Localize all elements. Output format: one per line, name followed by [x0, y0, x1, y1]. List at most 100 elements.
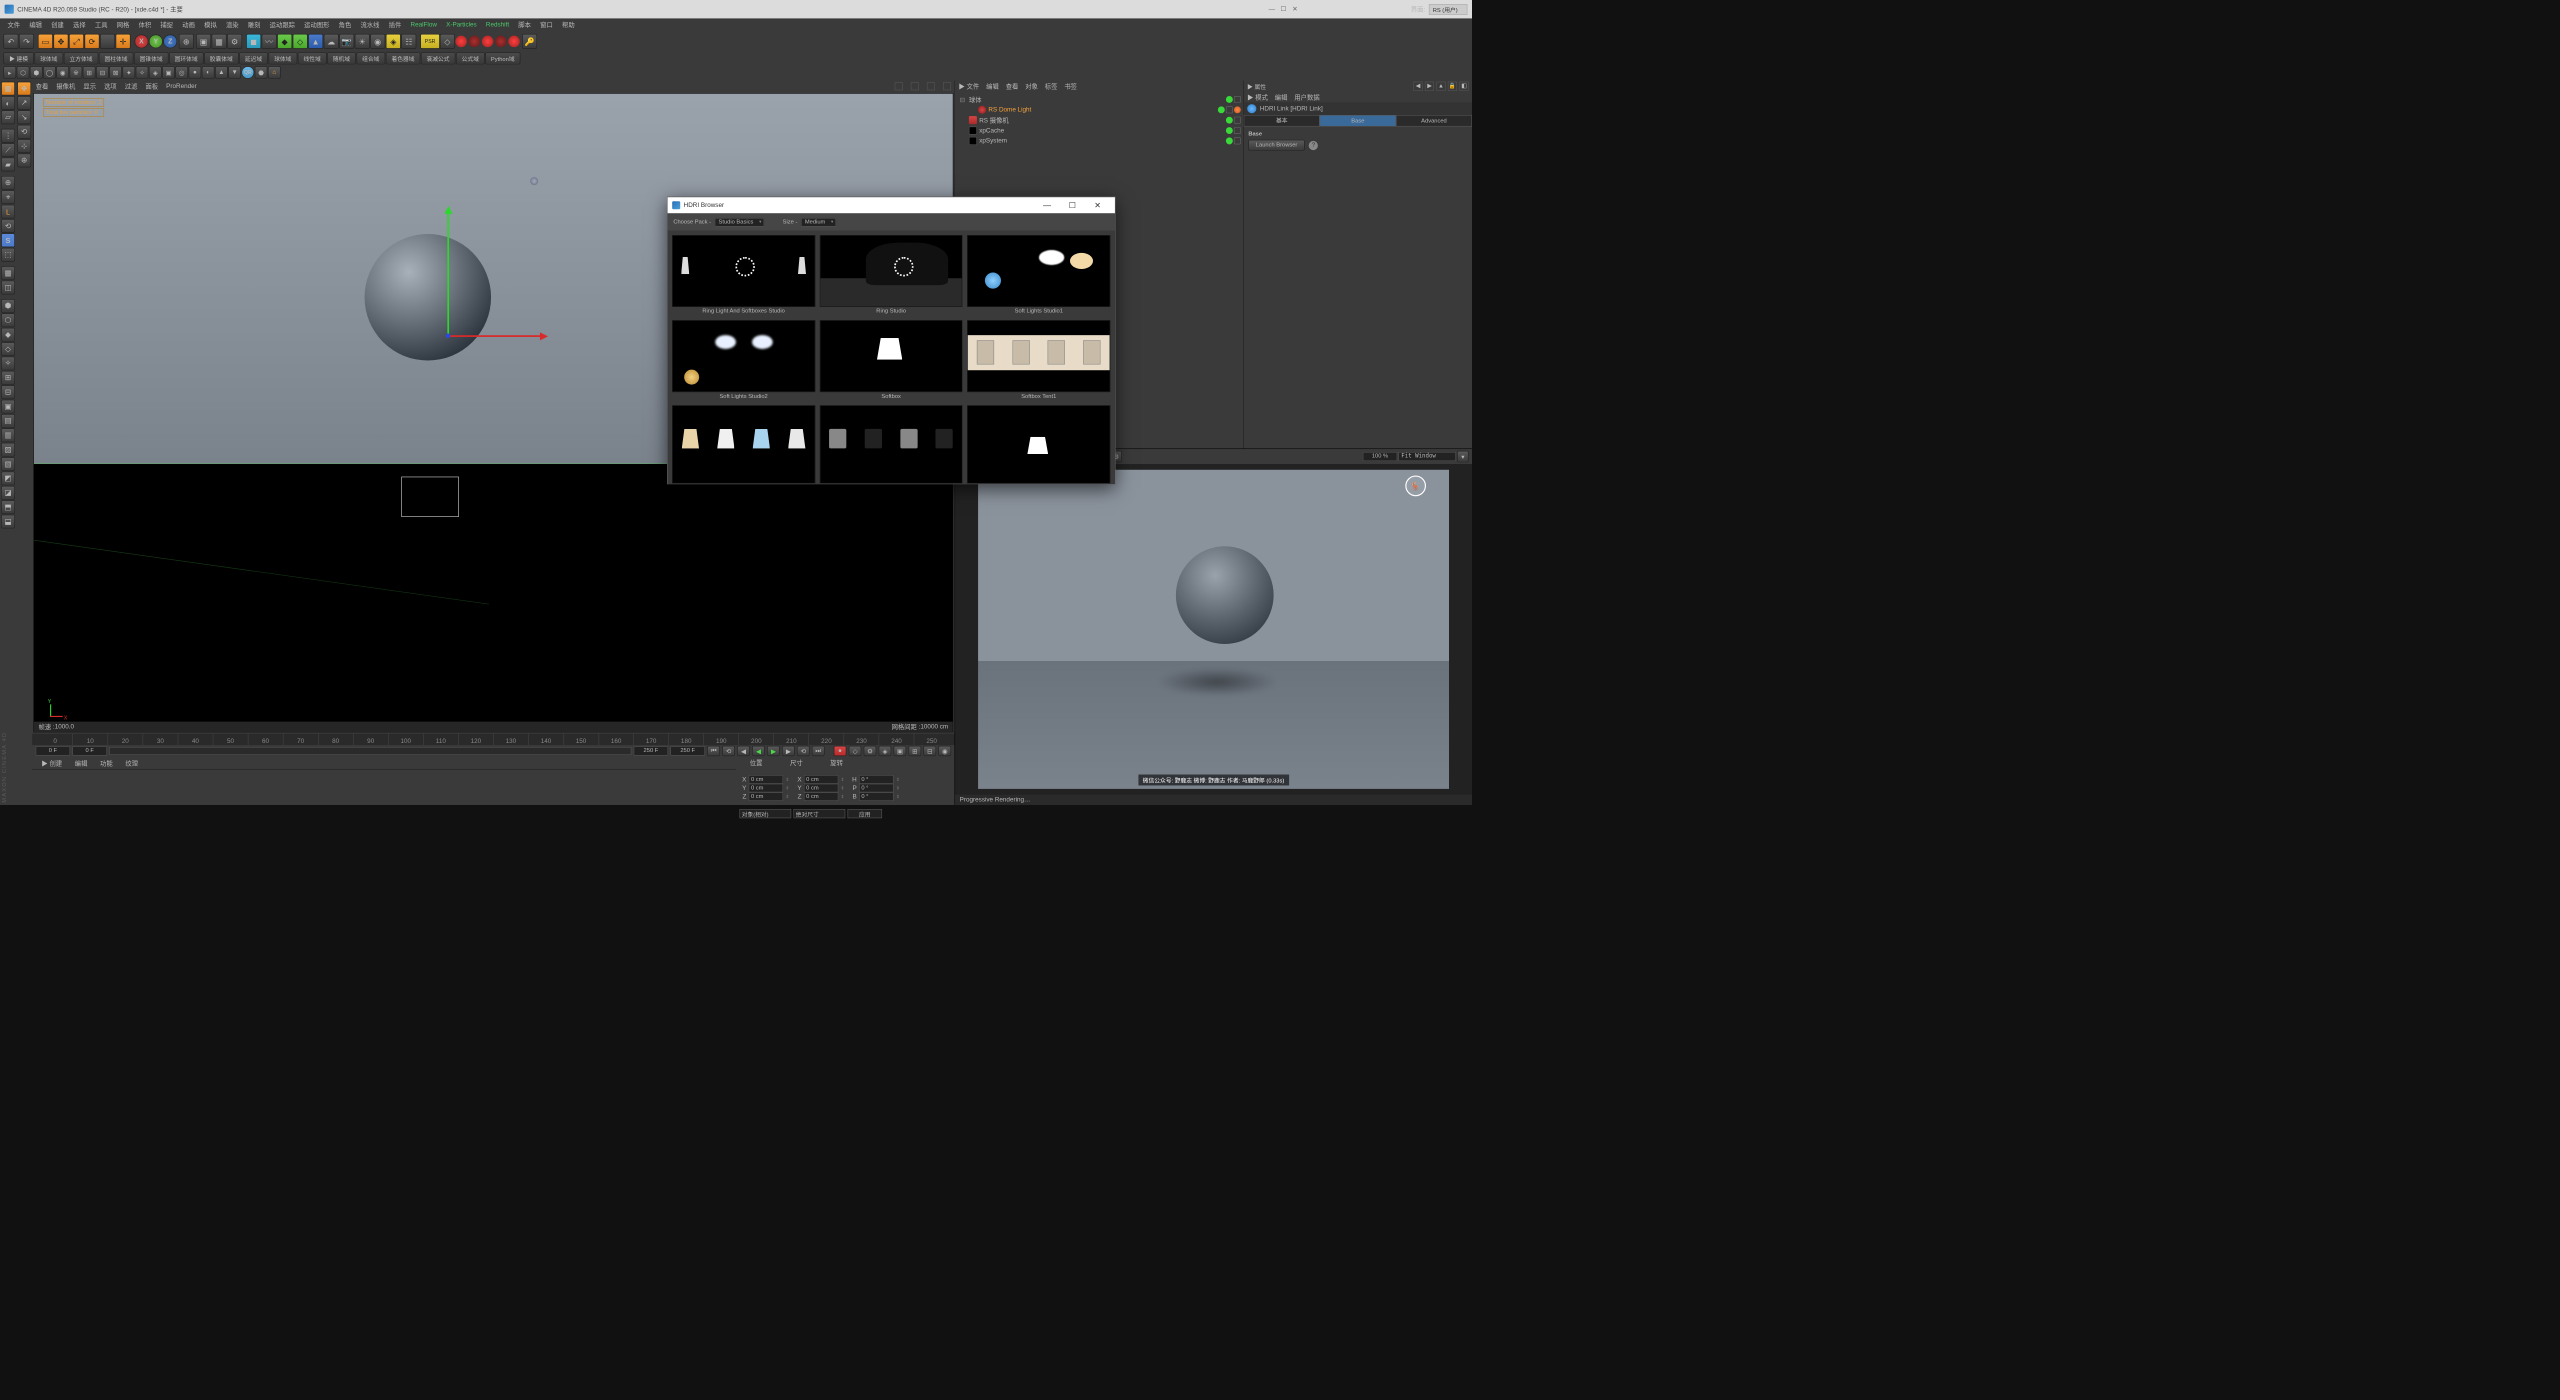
- move-tool[interactable]: ✥: [53, 34, 68, 49]
- generator-2[interactable]: ◇: [293, 34, 308, 49]
- spline-tool[interactable]: 〰: [262, 34, 277, 49]
- hdri-card[interactable]: Softbox: [820, 320, 963, 401]
- recent-tool[interactable]: [100, 34, 115, 49]
- hdri-card[interactable]: Ring Studio: [820, 235, 963, 316]
- pal-btn[interactable]: ⬢: [1, 299, 15, 313]
- record-5[interactable]: [508, 36, 520, 48]
- menu-item[interactable]: 捕捉: [156, 18, 177, 31]
- tag-btn[interactable]: 组合域: [356, 52, 385, 64]
- tag-btn[interactable]: 立方体域: [64, 52, 99, 64]
- hdri-browser-dialog[interactable]: HDRI Browser — ☐ ✕ Choose Pack - Studio …: [667, 197, 1116, 485]
- menu-item[interactable]: 帮助: [558, 18, 579, 31]
- object-label[interactable]: xpSystem: [979, 137, 1223, 144]
- tb3-btn[interactable]: ◎: [175, 66, 188, 79]
- attr-tab-advanced[interactable]: Advanced: [1396, 115, 1472, 127]
- visibility-tag[interactable]: [1226, 96, 1233, 103]
- help-icon[interactable]: ?: [1309, 141, 1318, 150]
- vp-menu-item[interactable]: 面板: [145, 82, 158, 91]
- tag-btn[interactable]: 球体域: [268, 52, 297, 64]
- tag-btn[interactable]: Python域: [485, 52, 520, 64]
- object-label[interactable]: 球体: [969, 95, 1224, 104]
- generator-tool[interactable]: ◆: [277, 34, 292, 49]
- tb3-btn[interactable]: ▲: [215, 66, 228, 79]
- menu-item[interactable]: 运动跟踪: [266, 18, 299, 31]
- visibility-tag[interactable]: [1218, 106, 1225, 113]
- environment[interactable]: ☁: [324, 34, 339, 49]
- tb3-btn[interactable]: ▸: [3, 66, 16, 79]
- coord-field[interactable]: 0 cm: [804, 775, 839, 784]
- vp-menu-item[interactable]: 查看: [36, 82, 49, 91]
- vp-nav-icon[interactable]: [943, 82, 951, 90]
- menu-plugin[interactable]: Redshift: [482, 20, 513, 30]
- expand-toggle[interactable]: ⊟: [960, 96, 967, 103]
- coord-field[interactable]: 0 °: [859, 792, 894, 801]
- z-axis-handle[interactable]: [446, 333, 451, 338]
- timeline-tick[interactable]: 20: [107, 734, 142, 746]
- mat-tab[interactable]: ▶ 创建: [36, 757, 68, 770]
- sc-btn[interactable]: ⟲: [17, 125, 31, 139]
- tb3-btn[interactable]: ◐: [202, 66, 215, 79]
- pal-btn[interactable]: ◩: [1, 472, 15, 486]
- menu-item[interactable]: 选择: [69, 18, 90, 31]
- om-menu[interactable]: 书签: [1064, 82, 1077, 91]
- hdri-card[interactable]: Softbox Tent1: [967, 320, 1110, 401]
- point-mode[interactable]: ⋮: [1, 129, 15, 143]
- keyframe-button[interactable]: ◇: [440, 34, 455, 49]
- tag-tool[interactable]: ◈: [386, 34, 401, 49]
- object-label[interactable]: RS Dome Light: [988, 106, 1215, 113]
- timeline-tick[interactable]: 180: [668, 734, 703, 746]
- attr-menu[interactable]: ▶ 模式: [1247, 93, 1268, 102]
- menu-item[interactable]: 流水线: [357, 18, 384, 31]
- lock-mode[interactable]: ⬚: [1, 248, 15, 262]
- coord-field[interactable]: 0 cm: [749, 784, 784, 793]
- loop-btn[interactable]: ⟲: [722, 746, 735, 756]
- key-opts4[interactable]: ⊞: [909, 746, 922, 756]
- timeline-tick[interactable]: 250: [914, 734, 949, 746]
- pal-btn[interactable]: ⬡: [1, 313, 15, 327]
- edge-mode[interactable]: ⟋: [1, 143, 15, 157]
- tag-btn[interactable]: 着色器域: [386, 52, 421, 64]
- om-menu[interactable]: 对象: [1025, 82, 1038, 91]
- tb3-btn[interactable]: ⬣: [255, 66, 268, 79]
- tag-btn[interactable]: 圆柱体域: [99, 52, 134, 64]
- menu-item[interactable]: 动画: [178, 18, 199, 31]
- menu-plugin[interactable]: X-Particles: [442, 20, 481, 30]
- timeline-tick[interactable]: 140: [528, 734, 563, 746]
- rs-tag[interactable]: [1234, 106, 1241, 113]
- dialog-minimize[interactable]: —: [1034, 197, 1059, 213]
- render-fit-select[interactable]: Fit Window: [1398, 452, 1456, 461]
- menu-item[interactable]: 插件: [385, 18, 406, 31]
- hdri-thumbnail[interactable]: [820, 235, 963, 307]
- render-view-button[interactable]: ▣: [196, 34, 211, 49]
- vp-menu-item[interactable]: 显示: [83, 82, 96, 91]
- sphere-object[interactable]: [365, 234, 492, 361]
- sc-btn[interactable]: ↗: [17, 96, 31, 110]
- sc-btn[interactable]: ⊹: [17, 139, 31, 153]
- key-opts6[interactable]: ◉: [938, 746, 951, 756]
- tb3-btn[interactable]: ⬢: [30, 66, 43, 79]
- minimize-button[interactable]: —: [1267, 5, 1276, 14]
- menu-item[interactable]: 窗口: [536, 18, 557, 31]
- xray[interactable]: ◫: [1, 281, 15, 295]
- tb3-btn[interactable]: ◯: [43, 66, 56, 79]
- vp-menu-item[interactable]: 过滤: [125, 82, 138, 91]
- tb3-btn[interactable]: ✦: [122, 66, 135, 79]
- hdri-thumbnail[interactable]: [672, 320, 815, 392]
- tb3-btn[interactable]: ⊠: [109, 66, 122, 79]
- psr-button[interactable]: PSR: [420, 34, 440, 49]
- menu-item[interactable]: 工具: [91, 18, 112, 31]
- dialog-maximize[interactable]: ☐: [1060, 197, 1085, 213]
- object-label[interactable]: RS 摄像机: [979, 116, 1223, 125]
- pal-btn[interactable]: ⬒: [1, 500, 15, 514]
- menu-item[interactable]: 网格: [113, 18, 134, 31]
- hdri-card[interactable]: Ring Light And Softboxes Studio: [672, 235, 815, 316]
- x-axis-toggle[interactable]: X: [135, 35, 149, 49]
- key-opts3[interactable]: ▣: [894, 746, 907, 756]
- record-3[interactable]: [482, 36, 494, 48]
- record-2[interactable]: [469, 36, 481, 48]
- prev-frame[interactable]: ◀: [737, 746, 750, 756]
- key-opts2[interactable]: ◈: [879, 746, 892, 756]
- rv-btn[interactable]: ▾: [1457, 451, 1469, 463]
- menu-item[interactable]: 体积: [135, 18, 156, 31]
- menu-item[interactable]: 编辑: [25, 18, 46, 31]
